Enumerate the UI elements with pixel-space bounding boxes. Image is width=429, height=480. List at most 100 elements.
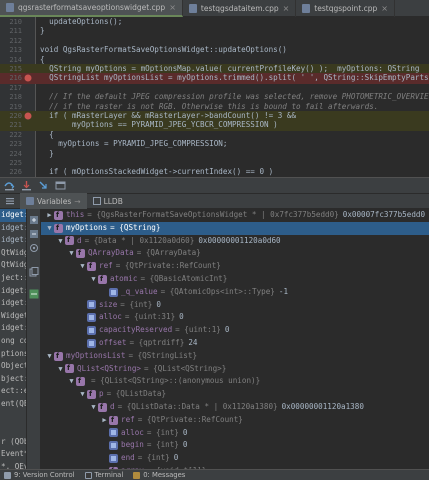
frame-item[interactable]: idget::upd (0, 285, 26, 298)
close-icon[interactable]: × (381, 4, 388, 13)
close-icon[interactable]: × (169, 3, 176, 12)
frame-item[interactable] (0, 423, 26, 436)
field-icon (65, 362, 74, 375)
tab-testqgspoint[interactable]: testqgspoint.cpp × (296, 0, 395, 17)
variable-row[interactable]: ▼ ref= {QtPrivate::RefCount} (41, 260, 429, 273)
variable-row[interactable]: alloc = {uint:31} 0 (41, 311, 429, 324)
variable-type: = {QBasicAtomicInt} (140, 273, 228, 283)
variable-row[interactable]: ▶ this= {QgsRasterFormatSaveOptionsWidget… (41, 209, 429, 222)
variable-row[interactable]: ▼ d= {Data * | 0x1120a0d60}0x00000001120a… (41, 234, 429, 248)
variable-row[interactable]: size = {int} 0 (41, 299, 429, 312)
expanded-arrow-icon[interactable]: ▼ (56, 363, 65, 376)
tab-label: testqgsdataitem.cpp (200, 4, 279, 13)
tab-variables[interactable]: Variables → (20, 193, 87, 209)
remove-watch-icon[interactable] (29, 229, 39, 239)
tab-frames-toggle[interactable] (0, 193, 20, 209)
watch-icon[interactable] (29, 243, 39, 253)
frame-item[interactable]: QtWidge (0, 247, 26, 260)
variable-type: = {qptrdiff} (129, 337, 185, 347)
step-into-icon[interactable] (21, 180, 32, 191)
close-icon[interactable]: × (283, 4, 290, 13)
frames-list[interactable]: idget::updidget::updidget::updQtWidgeQtW… (0, 209, 27, 469)
status-bar: 9: Version Control Terminal 0: Messages (0, 469, 429, 480)
expanded-arrow-icon[interactable]: ▼ (89, 273, 98, 286)
messages-tool-button[interactable]: 0: Messages (133, 471, 185, 479)
variable-row[interactable]: ▼ = {QList<QString>::(anonymous union)} (41, 375, 429, 388)
frame-item[interactable]: idget::upd (0, 234, 26, 247)
tab-variables-label: Variables (37, 196, 72, 206)
collapsed-arrow-icon[interactable]: ▶ (45, 209, 54, 222)
breakpoint-icon[interactable] (24, 112, 32, 120)
variable-name: myOptions (66, 222, 108, 232)
code-line[interactable]: 226 if ( mOptionsStackedWidget->currentI… (0, 167, 429, 177)
frame-item[interactable]: ject::up (0, 272, 26, 285)
frame-item[interactable]: Widget:: (0, 310, 26, 323)
tab-qgsrasterformatsaveoptionswidget[interactable]: qgsrasterformatsaveoptionswidget.cpp × (0, 0, 183, 17)
step-out-icon[interactable] (38, 180, 49, 191)
expanded-arrow-icon[interactable]: ▼ (67, 375, 76, 388)
frame-item[interactable]: Event*) (0, 448, 26, 461)
variable-row[interactable]: ▼ myOptionsList= {QStringList} (41, 350, 429, 363)
expanded-arrow-icon[interactable]: ▼ (45, 222, 54, 235)
variable-value: 0x00007fc377b5edd0 (342, 210, 426, 219)
variables-tree[interactable]: ▶ this= {QgsRasterFormatSaveOptionsWidget… (41, 209, 429, 469)
terminal-tool-button[interactable]: Terminal (84, 471, 123, 479)
show-types-icon[interactable] (29, 289, 39, 299)
debugger-panel-header: Variables → LLDB (0, 193, 429, 209)
add-watch-icon[interactable] (29, 215, 39, 225)
frame-item[interactable]: idget::up (0, 322, 26, 335)
frame-item[interactable]: idget::upd (0, 222, 26, 235)
expanded-arrow-icon[interactable]: ▼ (67, 247, 76, 260)
frame-item[interactable] (0, 411, 26, 424)
variable-row[interactable]: ▶ ref= {QtPrivate::RefCount} (41, 414, 429, 427)
variable-type: = {QAtomicOps<int>::Type} (160, 286, 275, 296)
expanded-arrow-icon[interactable]: ▼ (78, 260, 87, 273)
messages-label: 0: Messages (143, 471, 186, 479)
field-icon (109, 414, 118, 426)
variable-row[interactable]: capacityReserved = {uint:1} 0 (41, 324, 429, 337)
frame-item[interactable]: r (QObje (0, 436, 26, 449)
frame-item[interactable]: ent(QEv (0, 398, 26, 411)
frame-item[interactable]: ect::eve (0, 385, 26, 398)
variable-row[interactable]: ▼ myOptions= {QString} (41, 222, 429, 235)
variable-row[interactable]: ▼ p= {QListData} (41, 388, 429, 401)
variable-row[interactable]: alloc = {int} 0 (41, 427, 429, 440)
expanded-arrow-icon[interactable]: ▼ (56, 235, 65, 248)
variable-row[interactable]: begin = {int} 0 (41, 439, 429, 452)
field-icon (54, 209, 63, 222)
variable-name: QArrayData (88, 248, 134, 258)
version-control-tool-button[interactable]: 9: Version Control (4, 471, 75, 479)
step-over-icon[interactable] (4, 180, 15, 191)
frame-item[interactable]: bject::C (0, 373, 26, 386)
variable-row[interactable]: _q_value = {QAtomicOps<int>::Type} -1 (41, 286, 429, 299)
variable-row[interactable]: ▼ QList<QString>= {QList<QString>} (41, 362, 429, 376)
frame-item[interactable]: *, QEve (0, 461, 26, 469)
variable-name: alloc (99, 312, 122, 322)
variable-row[interactable]: ▼ d= {QListData::Data * | 0x1120a1380}0x0… (41, 401, 429, 414)
variable-row[interactable]: end = {int} 0 (41, 452, 429, 465)
tab-testqgsdataitem[interactable]: testqgsdataitem.cpp × (183, 0, 297, 17)
variable-name: atomic (110, 273, 138, 283)
frame-item[interactable]: QtWidge (0, 259, 26, 272)
breakpoint-icon[interactable] (24, 74, 32, 82)
variable-row[interactable]: ▼ QArrayData= {QArrayData} (41, 247, 429, 260)
expanded-arrow-icon[interactable]: ▼ (45, 350, 54, 363)
expanded-arrow-icon[interactable]: ▼ (78, 388, 87, 401)
frame-item[interactable]: idget::up (0, 297, 26, 310)
version-control-icon (4, 471, 11, 479)
frame-item[interactable]: idget::upd (0, 209, 26, 222)
tab-lldb[interactable]: LLDB (87, 193, 129, 209)
terminal-icon (84, 471, 92, 479)
frame-item[interactable]: ptions_p (0, 348, 26, 361)
collapsed-arrow-icon[interactable]: ▶ (100, 414, 109, 427)
expanded-arrow-icon[interactable]: ▼ (89, 401, 98, 414)
variable-row[interactable]: offset = {qptrdiff} 24 (41, 337, 429, 350)
frames-view-icon[interactable] (55, 180, 66, 191)
close-icon[interactable]: → (74, 197, 80, 206)
variable-row[interactable]: ▼ atomic= {QBasicAtomicInt} (41, 273, 429, 286)
frame-item[interactable]: ong con (0, 335, 26, 348)
frame-item[interactable]: Object* (0, 360, 26, 373)
field-icon (76, 247, 85, 260)
code-editor[interactable]: 210 updateOptions(); 211} 212 213 void QgsRa… (0, 17, 429, 177)
copy-value-icon[interactable] (29, 267, 39, 277)
